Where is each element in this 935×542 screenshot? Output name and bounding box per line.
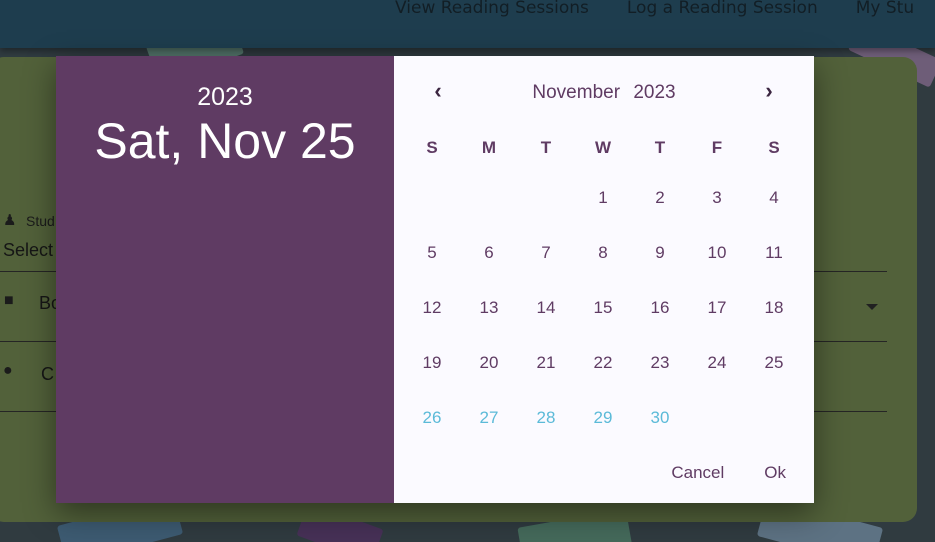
day-button[interactable]: 3: [712, 188, 721, 208]
day-cell: 30: [651, 408, 717, 463]
weekday-label: T: [654, 138, 666, 157]
day-button[interactable]: 11: [765, 243, 783, 263]
weekday-label: W: [594, 138, 612, 157]
chevron-right-icon[interactable]: ›: [754, 76, 784, 106]
day-cell: 18: [765, 298, 831, 353]
empty-cell: [489, 188, 546, 243]
day-button[interactable]: 9: [655, 243, 664, 263]
dialog-actions: Cancel Ok: [671, 463, 786, 483]
selected-year[interactable]: 2023: [56, 83, 394, 111]
day-cell: 5: [427, 243, 489, 298]
day-cell: 11: [765, 243, 831, 298]
day-button[interactable]: 26: [423, 408, 442, 428]
day-button[interactable]: 20: [480, 353, 499, 373]
day-cell: 2: [655, 188, 717, 243]
day-button[interactable]: 14: [537, 298, 556, 318]
selected-date: Sat, Nov 25: [94, 113, 356, 169]
day-button[interactable]: 24: [708, 353, 727, 373]
month-label: November 2023: [532, 82, 676, 103]
empty-cell: [546, 188, 603, 243]
day-button[interactable]: 29: [594, 408, 613, 428]
day-button[interactable]: 16: [651, 298, 670, 318]
day-button[interactable]: 12: [423, 298, 442, 318]
day-button[interactable]: 7: [541, 243, 550, 263]
day-cell: 4: [769, 188, 831, 243]
day-button[interactable]: 28: [537, 408, 556, 428]
weekday-label: T: [540, 138, 552, 157]
day-button[interactable]: 5: [427, 243, 436, 263]
calendar-panel: ‹ November 2023 › SMTWTFS 1 2 3 4 5 6 7 8 9 10 11 1…: [394, 56, 814, 503]
day-button[interactable]: 13: [480, 298, 499, 318]
date-picker-header: 2023 Sat, Nov 25: [56, 56, 394, 503]
day-button[interactable]: 8: [598, 243, 607, 263]
day-cell: 6: [484, 243, 546, 298]
day-cell: 25: [765, 353, 831, 408]
day-button[interactable]: 6: [484, 243, 493, 263]
weekday-label: F: [711, 138, 723, 157]
day-button[interactable]: 1: [598, 188, 607, 208]
day-grid: 1 2 3 4 5 6 7 8 9 10 11 12 13 14 15 16 17 18 19 20 21 22 23 24 2…: [423, 188, 831, 463]
day-button[interactable]: 30: [651, 408, 670, 428]
day-button[interactable]: 2: [655, 188, 664, 208]
empty-cell: [432, 188, 489, 243]
day-button[interactable]: 17: [708, 298, 727, 318]
day-button[interactable]: 10: [708, 243, 727, 263]
date-picker-dialog: 2023 Sat, Nov 25 ‹ November 2023 › SMTWT…: [56, 56, 814, 503]
day-button[interactable]: 18: [765, 298, 784, 318]
day-button[interactable]: 15: [594, 298, 613, 318]
day-button[interactable]: 19: [423, 353, 442, 373]
day-cell: 8: [598, 243, 660, 298]
weekday-label: S: [768, 138, 780, 157]
day-button[interactable]: 4: [769, 188, 778, 208]
cancel-button[interactable]: Cancel: [671, 463, 724, 483]
day-button[interactable]: 27: [480, 408, 499, 428]
ok-button[interactable]: Ok: [764, 463, 786, 483]
day-button[interactable]: 21: [537, 353, 556, 373]
day-button[interactable]: 25: [765, 353, 784, 373]
weekday-label: M: [481, 138, 497, 157]
weekday-label: S: [426, 138, 438, 157]
day-button[interactable]: 22: [594, 353, 613, 373]
day-cell: 7: [541, 243, 603, 298]
weekday-header: SMTWTFS: [426, 138, 831, 158]
day-cell: 3: [712, 188, 774, 243]
day-cell: 1: [598, 188, 660, 243]
calendar-header: ‹ November 2023 ›: [394, 76, 814, 110]
day-button[interactable]: 23: [651, 353, 670, 373]
